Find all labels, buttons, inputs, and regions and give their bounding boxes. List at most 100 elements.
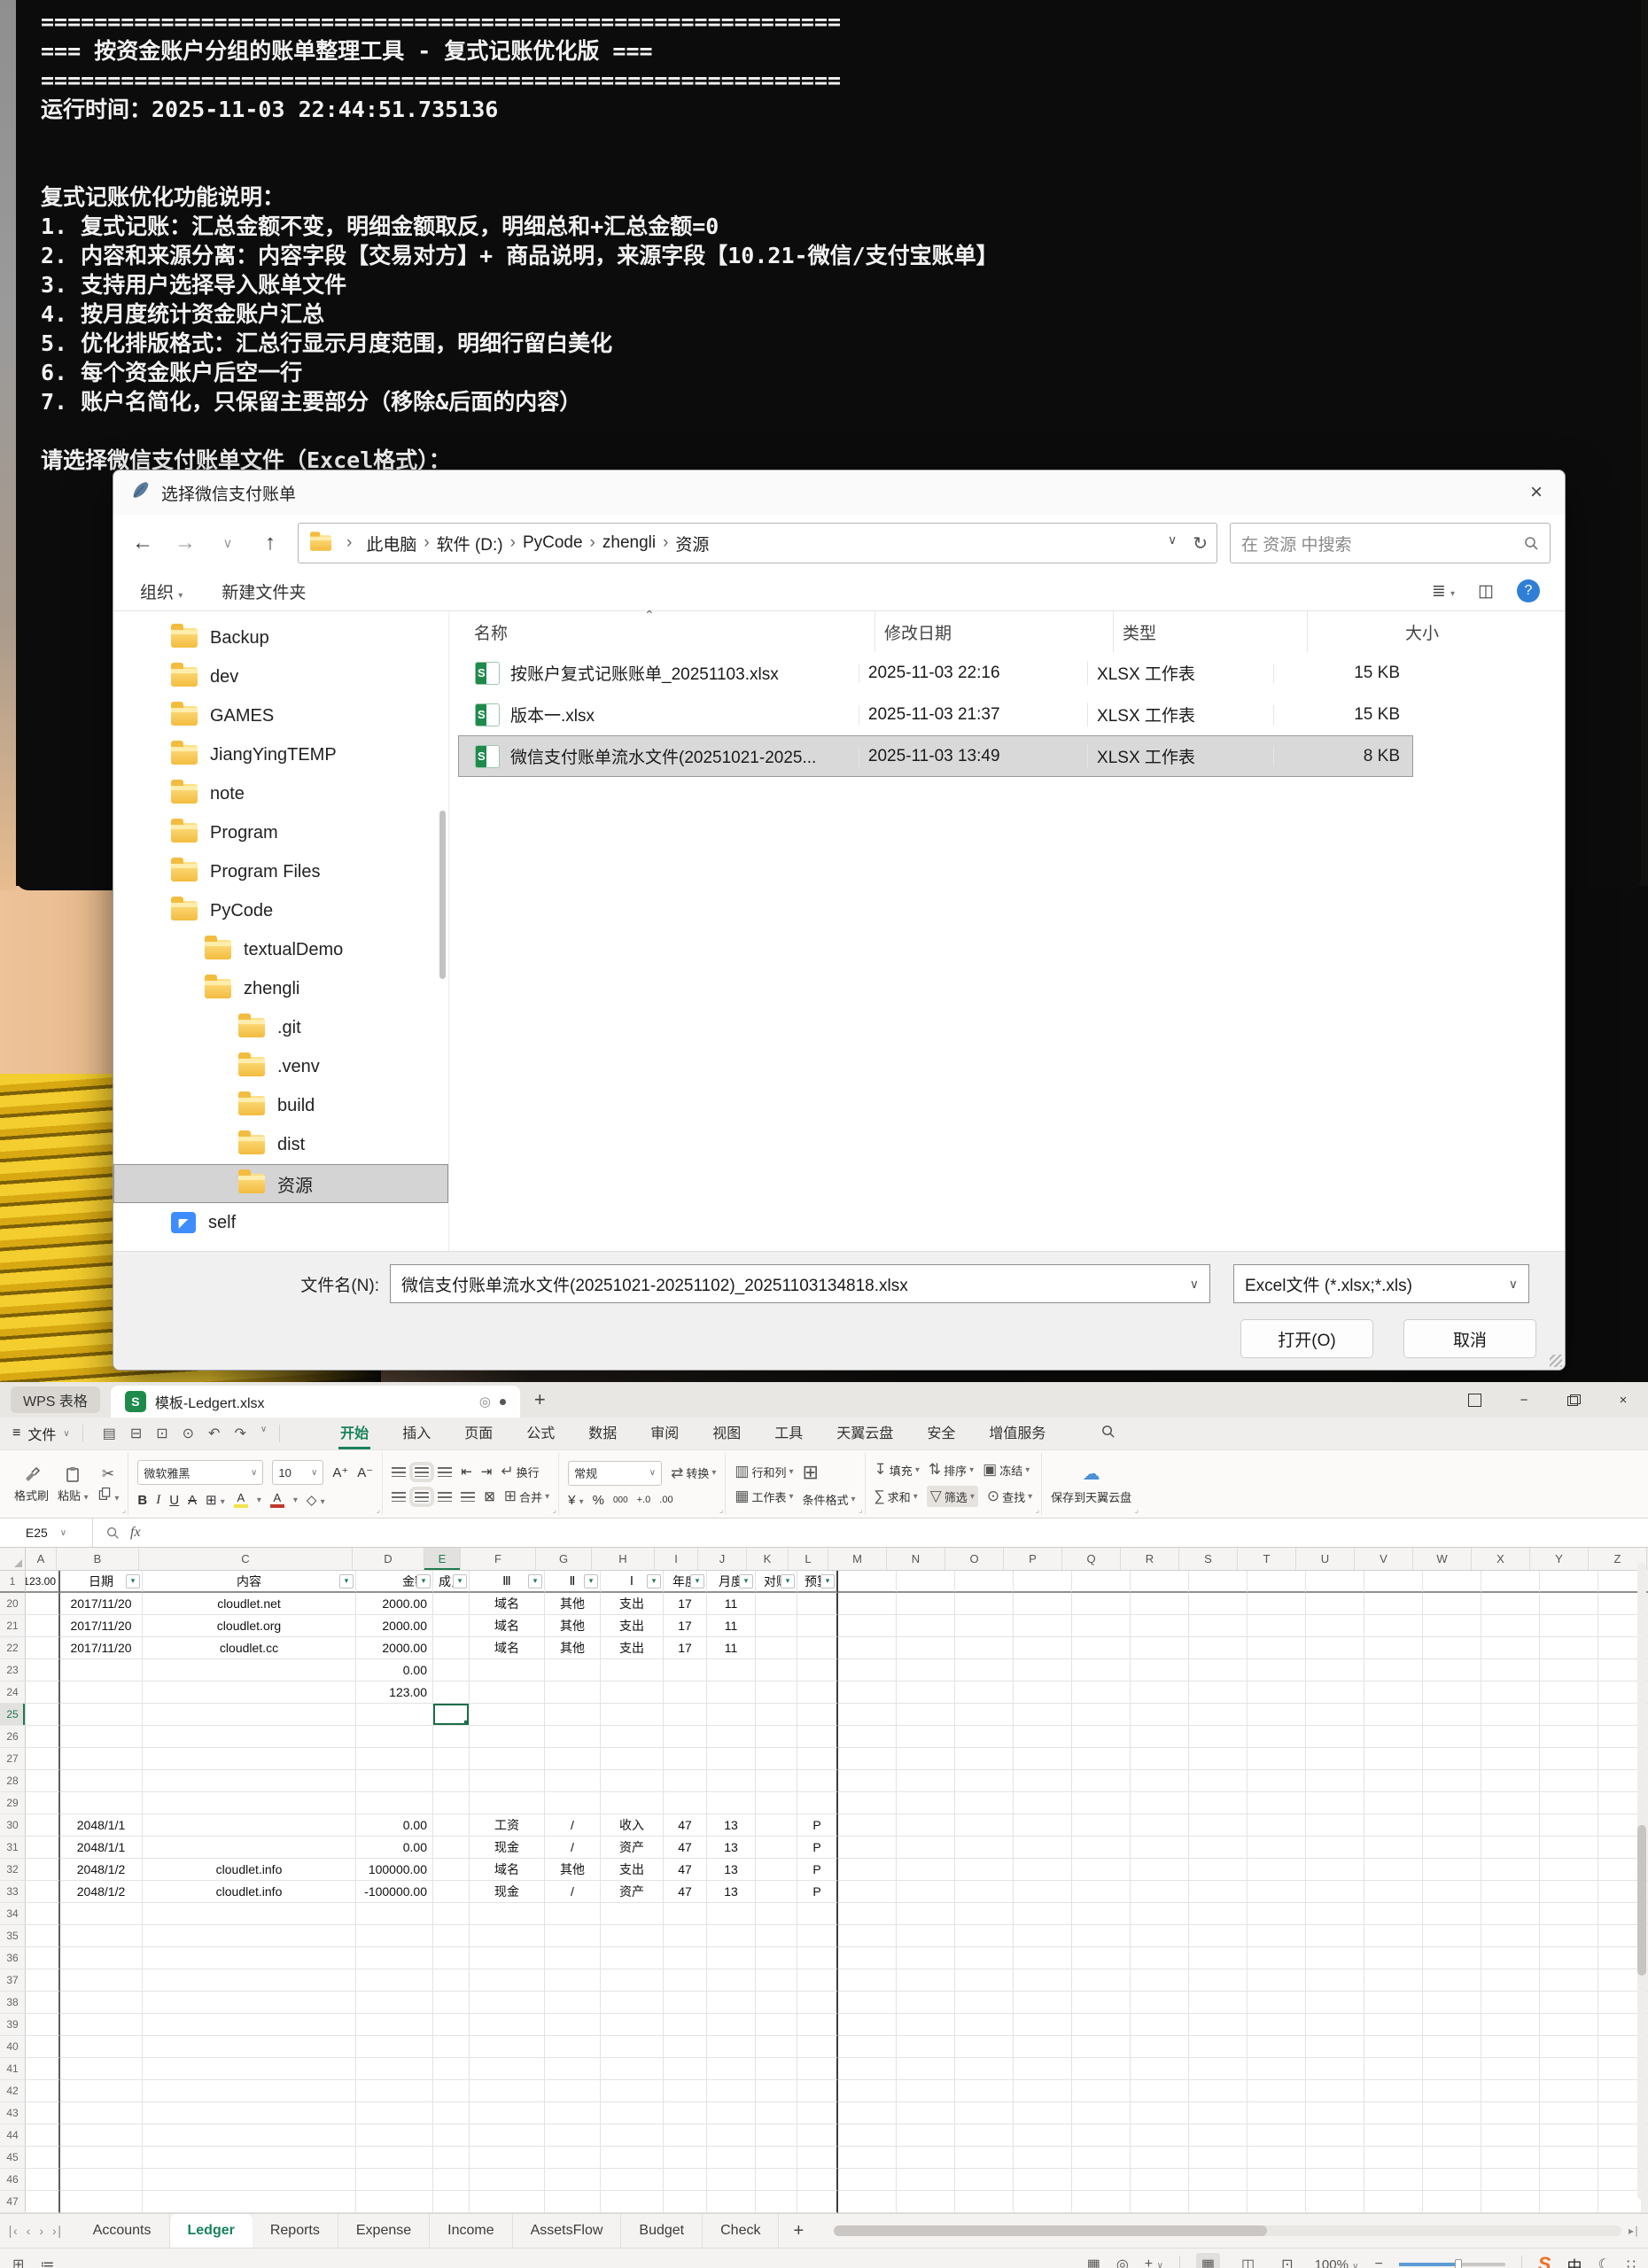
tree-item-note[interactable]: note — [113, 774, 448, 813]
cell-T39[interactable] — [1248, 2014, 1306, 2036]
row-header-41[interactable]: 41 — [0, 2058, 26, 2080]
cell-V35[interactable] — [1364, 1925, 1423, 1947]
cell-M28[interactable] — [838, 1770, 897, 1792]
row-header-21[interactable]: 21 — [0, 1615, 26, 1637]
cell-B44[interactable] — [60, 2124, 143, 2147]
cell-W33[interactable] — [1423, 1881, 1481, 1903]
select-all-corner[interactable] — [0, 1548, 26, 1570]
cell-X22[interactable] — [1481, 1637, 1540, 1659]
cell-Q21[interactable] — [1072, 1615, 1131, 1637]
cell-Y41[interactable] — [1540, 2058, 1598, 2080]
cell-I45[interactable] — [664, 2147, 707, 2169]
cell-Y46[interactable] — [1540, 2169, 1598, 2191]
cell-M42[interactable] — [838, 2080, 897, 2102]
cell-I44[interactable] — [664, 2124, 707, 2147]
cell-A29[interactable] — [26, 1792, 60, 1814]
cell-K39[interactable] — [756, 2014, 797, 2036]
cell-P21[interactable] — [1014, 1615, 1072, 1637]
cell-P31[interactable] — [1014, 1837, 1072, 1859]
cell-P34[interactable] — [1014, 1903, 1072, 1925]
cell-W37[interactable] — [1423, 1969, 1481, 1992]
cell-O35[interactable] — [955, 1925, 1014, 1947]
cell-T33[interactable] — [1248, 1881, 1306, 1903]
cell-G44[interactable] — [545, 2124, 601, 2147]
cell-T21[interactable] — [1248, 1615, 1306, 1637]
cell-X38[interactable] — [1481, 1992, 1540, 2014]
cell-F32[interactable]: 域名 — [470, 1859, 545, 1881]
cell-W22[interactable] — [1423, 1637, 1481, 1659]
cell-R27[interactable] — [1131, 1748, 1189, 1770]
cell-I25[interactable] — [664, 1704, 707, 1726]
cell-E44[interactable] — [433, 2124, 470, 2147]
cell-S29[interactable] — [1189, 1792, 1248, 1814]
cell-Q20[interactable] — [1072, 1593, 1131, 1615]
view-mode-icon[interactable]: ≣ ▾ — [1432, 581, 1455, 602]
cell-M31[interactable] — [838, 1837, 897, 1859]
cell-I29[interactable] — [664, 1792, 707, 1814]
cell-L40[interactable] — [797, 2036, 838, 2058]
col-header-C[interactable]: C — [139, 1548, 353, 1570]
cell-W47[interactable] — [1423, 2191, 1481, 2213]
cell-G26[interactable] — [545, 1726, 601, 1748]
cell-W43[interactable] — [1423, 2102, 1481, 2124]
cell-O46[interactable] — [955, 2169, 1014, 2191]
cell-I28[interactable] — [664, 1770, 707, 1792]
filter-icon[interactable]: ▾ — [820, 1574, 835, 1588]
filter-button[interactable]: ▽筛选 ▾ — [927, 1486, 978, 1507]
decrease-font-icon[interactable]: A⁻ — [357, 1464, 373, 1480]
row-header-45[interactable]: 45 — [0, 2147, 26, 2169]
cell-J38[interactable] — [707, 1992, 756, 2014]
cell-B34[interactable] — [60, 1903, 143, 1925]
row-header-22[interactable]: 22 — [0, 1637, 26, 1659]
cell-T44[interactable] — [1248, 2124, 1306, 2147]
cell-U23[interactable] — [1306, 1659, 1364, 1682]
cell-X41[interactable] — [1481, 2058, 1540, 2080]
cell-C36[interactable] — [143, 1947, 356, 1969]
cell-V41[interactable] — [1364, 2058, 1423, 2080]
cell-X31[interactable] — [1481, 1837, 1540, 1859]
cell-A25[interactable] — [26, 1704, 60, 1726]
cell-E30[interactable] — [433, 1814, 470, 1837]
cell-R32[interactable] — [1131, 1859, 1189, 1881]
cell-P46[interactable] — [1014, 2169, 1072, 2191]
cell-K38[interactable] — [756, 1992, 797, 2014]
cell-B40[interactable] — [60, 2036, 143, 2058]
scroll-right-icon[interactable]: ▸∣ — [1629, 2225, 1639, 2237]
magnifier-icon[interactable] — [105, 1526, 120, 1540]
cell-K41[interactable] — [756, 2058, 797, 2080]
new-folder-button[interactable]: 新建文件夹 — [222, 579, 306, 603]
cell-V42[interactable] — [1364, 2080, 1423, 2102]
cell-E27[interactable] — [433, 1748, 470, 1770]
bold-button[interactable]: B — [137, 1493, 147, 1508]
cell-D27[interactable] — [356, 1748, 433, 1770]
cell-M45[interactable] — [838, 2147, 897, 2169]
cell-A21[interactable] — [26, 1615, 60, 1637]
cell-W25[interactable] — [1423, 1704, 1481, 1726]
cell-Y37[interactable] — [1540, 1969, 1598, 1992]
cell-R21[interactable] — [1131, 1615, 1189, 1637]
cell-T45[interactable] — [1248, 2147, 1306, 2169]
cell-T32[interactable] — [1248, 1859, 1306, 1881]
cell-O43[interactable] — [955, 2102, 1014, 2124]
cell-E45[interactable] — [433, 2147, 470, 2169]
breadcrumb-item[interactable]: 此电脑 — [364, 532, 418, 555]
cell-P40[interactable] — [1014, 2036, 1072, 2058]
cell-M41[interactable] — [838, 2058, 897, 2080]
add-sheet-button[interactable]: + — [779, 2221, 818, 2241]
cell-A27[interactable] — [26, 1748, 60, 1770]
italic-button[interactable]: I — [156, 1493, 160, 1508]
cell-O20[interactable] — [955, 1593, 1014, 1615]
cell-W23[interactable] — [1423, 1659, 1481, 1682]
cell-M30[interactable] — [838, 1814, 897, 1837]
cell-U37[interactable] — [1306, 1969, 1364, 1992]
cell-J32[interactable]: 13 — [707, 1859, 756, 1881]
cell-Q31[interactable] — [1072, 1837, 1131, 1859]
cell-N30[interactable] — [897, 1814, 955, 1837]
cell-G31[interactable]: / — [545, 1837, 601, 1859]
cell-U25[interactable] — [1306, 1704, 1364, 1726]
cell-A22[interactable] — [26, 1637, 60, 1659]
cell-Y39[interactable] — [1540, 2014, 1598, 2036]
cell-B45[interactable] — [60, 2147, 143, 2169]
fill-button[interactable]: ↧填充 ▾ — [875, 1461, 920, 1479]
cell-W45[interactable] — [1423, 2147, 1481, 2169]
